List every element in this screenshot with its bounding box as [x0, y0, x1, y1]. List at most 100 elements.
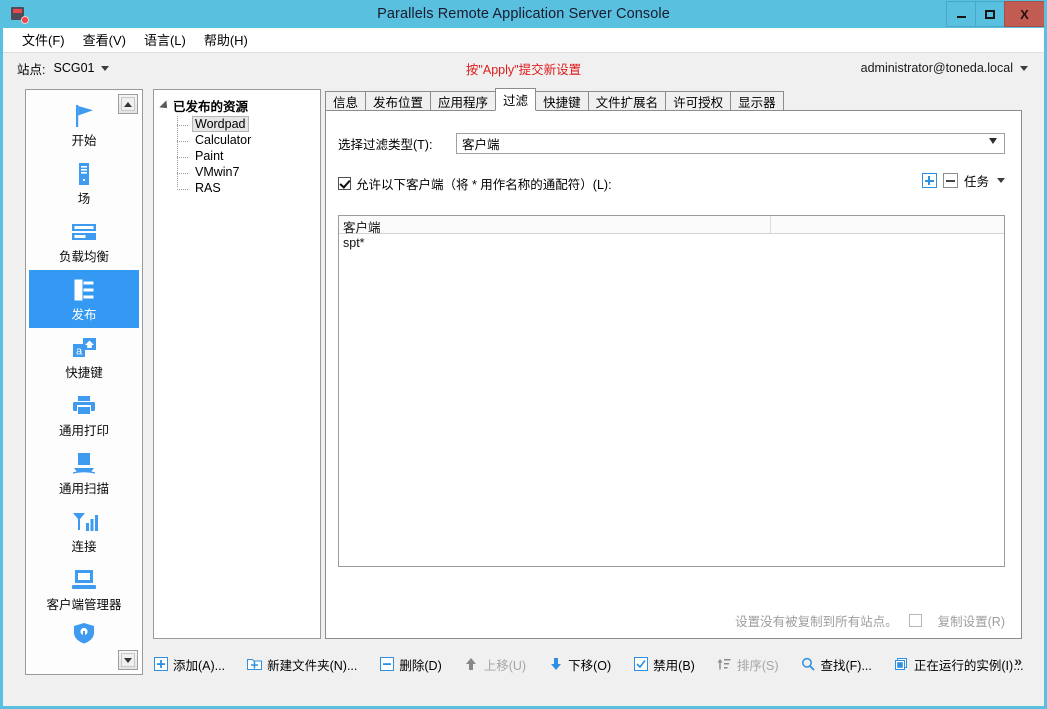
published-resources-tree: 已发布的资源 Wordpad Calculator Paint VMwin7 R… [153, 89, 321, 639]
client-filter-list[interactable]: 客户端 spt* [338, 215, 1005, 567]
menu-help[interactable]: 帮助(H) [195, 28, 257, 51]
filter-type-select[interactable]: 客户端 [456, 133, 1005, 154]
sidebar-item-label: 发布 [71, 307, 97, 322]
filter-type-label: 选择过滤类型(T): [338, 138, 433, 152]
add-client-button[interactable] [921, 173, 937, 188]
tree-item-label: Calculator [195, 133, 252, 147]
tab-application[interactable]: 应用程序 [430, 91, 497, 111]
maximize-button[interactable] [975, 1, 1004, 27]
site-selector[interactable]: SCG01 [53, 61, 94, 75]
replicate-settings-checkbox[interactable] [908, 614, 922, 627]
tree-item-wordpad[interactable]: Wordpad [176, 116, 316, 132]
menu-language[interactable]: 语言(L) [135, 28, 195, 51]
tree-root-node[interactable]: 已发布的资源 [158, 96, 316, 115]
action-label: 新建文件夹(N)... [267, 658, 358, 673]
tab-file-extensions[interactable]: 文件扩展名 [587, 91, 667, 111]
allow-clients-checkbox[interactable] [338, 177, 351, 190]
sidebar-item-label: 开始 [71, 133, 97, 148]
sidebar-item-load-balancing[interactable]: 负载均衡 [29, 212, 139, 270]
sidebar-item-publishing[interactable]: 发布 [29, 270, 139, 328]
action-running-instances[interactable]: 正在运行的实例(I)... [894, 655, 1024, 674]
tree-item-ras[interactable]: RAS [176, 180, 316, 196]
tasks-label[interactable]: 任务 [964, 171, 989, 190]
tab-bar: 信息 发布位置 应用程序 过滤 快捷键 文件扩展名 许可授权 显示器 [325, 88, 784, 111]
shield-lock-icon [72, 618, 96, 644]
tree-item-label: VMwin7 [195, 165, 240, 179]
filter-type-row: 选择过滤类型(T): 客户端 [338, 133, 1005, 154]
main-body: 站点: SCG01 按"Apply"提交新设置 administrator@to… [3, 52, 1044, 706]
close-button-titlebar[interactable]: X [1004, 1, 1044, 27]
flag-icon [71, 102, 97, 128]
plus-box-icon [153, 657, 168, 672]
filter-tab-panel: 选择过滤类型(T): 客户端 允许以下客户端（将 * 用作名称的通配符）(L):… [325, 110, 1022, 639]
tab-info[interactable]: 信息 [325, 91, 367, 111]
nav-list: 开始 场 负载均衡 发布 a 快捷键 通用打印 通用扫描 连接 客户端管理器 [26, 90, 142, 644]
allow-clients-row: 允许以下客户端（将 * 用作名称的通配符）(L): 任务 [338, 171, 1005, 193]
remove-client-button[interactable] [942, 173, 958, 188]
scanner-icon [70, 450, 98, 476]
action-disable[interactable]: 禁用(B) [633, 655, 695, 674]
replicate-note: 设置没有被复制到所有站点。 [735, 615, 898, 629]
server-icon [71, 160, 97, 186]
sidebar-item-farm[interactable]: 场 [29, 154, 139, 212]
sidebar-item-label: 通用扫描 [58, 481, 109, 496]
tree-children: Wordpad Calculator Paint VMwin7 RAS [176, 116, 316, 196]
action-new-folder[interactable]: 新建文件夹(N)... [247, 655, 357, 674]
left-navigation: 开始 场 负载均衡 发布 a 快捷键 通用打印 通用扫描 连接 客户端管理器 [25, 89, 143, 675]
action-move-up: 上移(U) [464, 655, 526, 674]
window-title: Parallels Remote Application Server Cons… [377, 6, 670, 22]
minimize-button[interactable] [946, 1, 975, 27]
tree-root-label: 已发布的资源 [173, 100, 249, 114]
tree-item-calculator[interactable]: Calculator [176, 132, 316, 148]
sidebar-item-label: 场 [77, 191, 91, 206]
action-label: 添加(A)... [173, 658, 226, 673]
replicate-settings-label: 复制设置(R) [937, 615, 1005, 629]
action-delete[interactable]: 删除(D) [379, 655, 442, 674]
column-header-client[interactable]: 客户端 [339, 216, 771, 235]
tree-item-label: RAS [195, 181, 221, 195]
filter-type-value: 客户端 [462, 138, 500, 152]
chevron-down-icon-account[interactable] [1020, 65, 1028, 71]
tree-item-paint[interactable]: Paint [176, 148, 316, 164]
action-label: 上移(U) [483, 658, 527, 673]
chevron-expanded-icon[interactable] [159, 99, 171, 112]
tab-licensing[interactable]: 许可授权 [665, 91, 732, 111]
chevron-down-icon-combo [989, 138, 997, 144]
sidebar-item-connection[interactable]: 连接 [29, 502, 139, 560]
sidebar-item-label: 客户端管理器 [46, 597, 122, 612]
nav-scroll-down-button[interactable] [118, 650, 138, 670]
action-toolbar: 添加(A)... 新建文件夹(N)... 删除(D) 上移(U) 下移(O) 禁… [153, 651, 1024, 677]
menu-file[interactable]: 文件(F) [13, 28, 74, 51]
nav-scroll-up-button[interactable] [118, 94, 138, 114]
column-header-empty[interactable] [771, 216, 1004, 233]
action-find[interactable]: 查找(F)... [801, 655, 872, 674]
tab-display[interactable]: 显示器 [730, 91, 784, 111]
title-bar: Parallels Remote Application Server Cons… [3, 0, 1044, 28]
action-add[interactable]: 添加(A)... [153, 655, 225, 674]
sidebar-item-label: 负载均衡 [58, 249, 109, 264]
allow-clients-label: 允许以下客户端（将 * 用作名称的通配符）(L): [356, 178, 612, 192]
tab-shortcuts[interactable]: 快捷键 [535, 91, 589, 111]
sidebar-item-security[interactable] [29, 618, 139, 644]
arrow-down-icon [548, 657, 563, 672]
tab-publish-location[interactable]: 发布位置 [365, 91, 432, 111]
replicate-settings-row: 设置没有被复制到所有站点。 复制设置(R) [735, 611, 1005, 630]
sidebar-item-universal-scanning[interactable]: 通用扫描 [29, 444, 139, 502]
sidebar-item-client-manager[interactable]: 客户端管理器 [29, 560, 139, 618]
menu-view[interactable]: 查看(V) [74, 28, 135, 51]
chevron-down-icon-tasks[interactable] [997, 178, 1005, 183]
tab-filter[interactable]: 过滤 [495, 88, 537, 111]
sidebar-item-label: 连接 [71, 539, 97, 554]
sidebar-item-universal-printing[interactable]: 通用打印 [29, 386, 139, 444]
chevron-down-icon-site[interactable] [101, 65, 110, 71]
tree-item-vmwin7[interactable]: VMwin7 [176, 164, 316, 180]
table-row[interactable]: spt* [339, 234, 1004, 250]
toolbar-overflow-button[interactable]: » [1014, 653, 1022, 669]
action-label: 禁用(B) [653, 658, 695, 673]
account-menu[interactable]: administrator@toneda.local [861, 61, 1028, 75]
action-move-down[interactable]: 下移(O) [548, 655, 611, 674]
load-balance-icon [69, 218, 99, 244]
svg-text:a: a [76, 345, 83, 357]
sidebar-item-shortcuts[interactable]: a 快捷键 [29, 328, 139, 386]
scroll-down-icon [124, 657, 132, 663]
